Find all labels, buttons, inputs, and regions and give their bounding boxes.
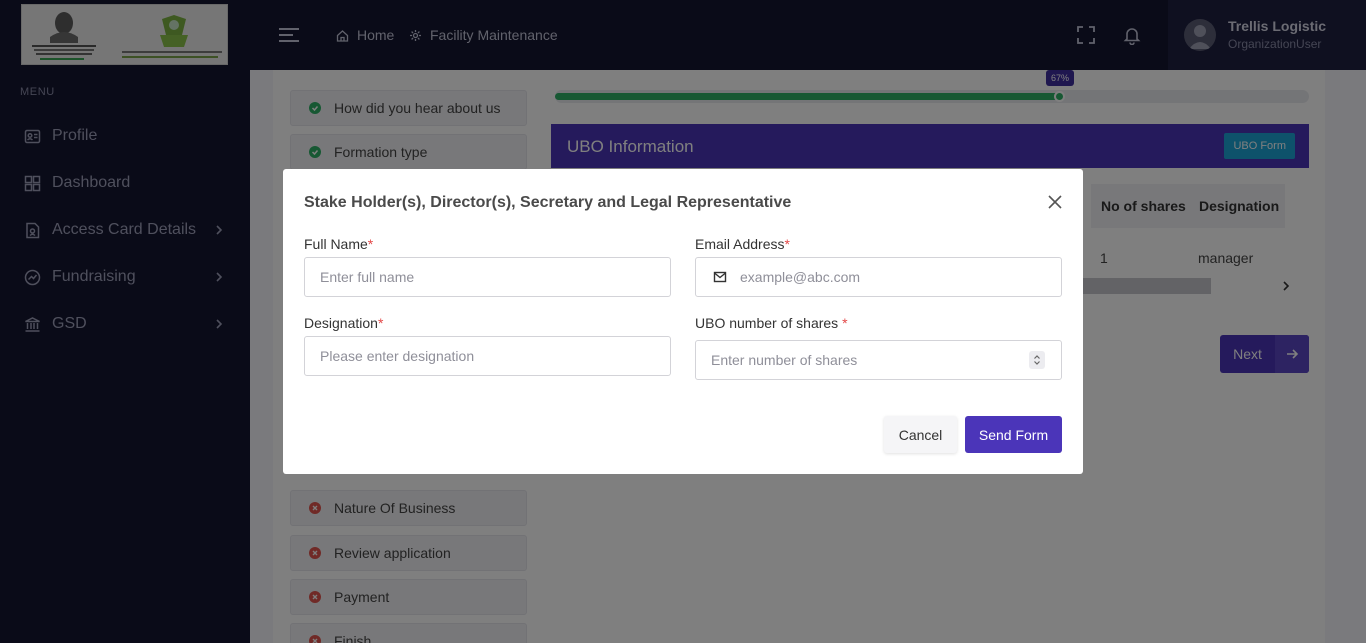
send-form-button[interactable]: Send Form <box>965 416 1062 453</box>
stakeholder-modal: Stake Holder(s), Director(s), Secretary … <box>283 169 1083 474</box>
shares-number-input[interactable] <box>695 340 1062 380</box>
close-icon[interactable] <box>1046 193 1064 211</box>
number-stepper[interactable] <box>1029 351 1045 369</box>
email-label: Email Address* <box>695 236 790 252</box>
cancel-button[interactable]: Cancel <box>884 416 957 453</box>
shares-label: UBO number of shares * <box>695 315 848 331</box>
designation-input[interactable] <box>304 336 671 376</box>
email-input[interactable] <box>695 257 1062 297</box>
envelope-icon <box>713 271 727 283</box>
modal-title: Stake Holder(s), Director(s), Secretary … <box>304 194 792 211</box>
full-name-label: Full Name* <box>304 236 374 252</box>
full-name-input[interactable] <box>304 257 671 297</box>
designation-label: Designation* <box>304 315 384 331</box>
stepper-arrows-icon <box>1034 355 1040 365</box>
